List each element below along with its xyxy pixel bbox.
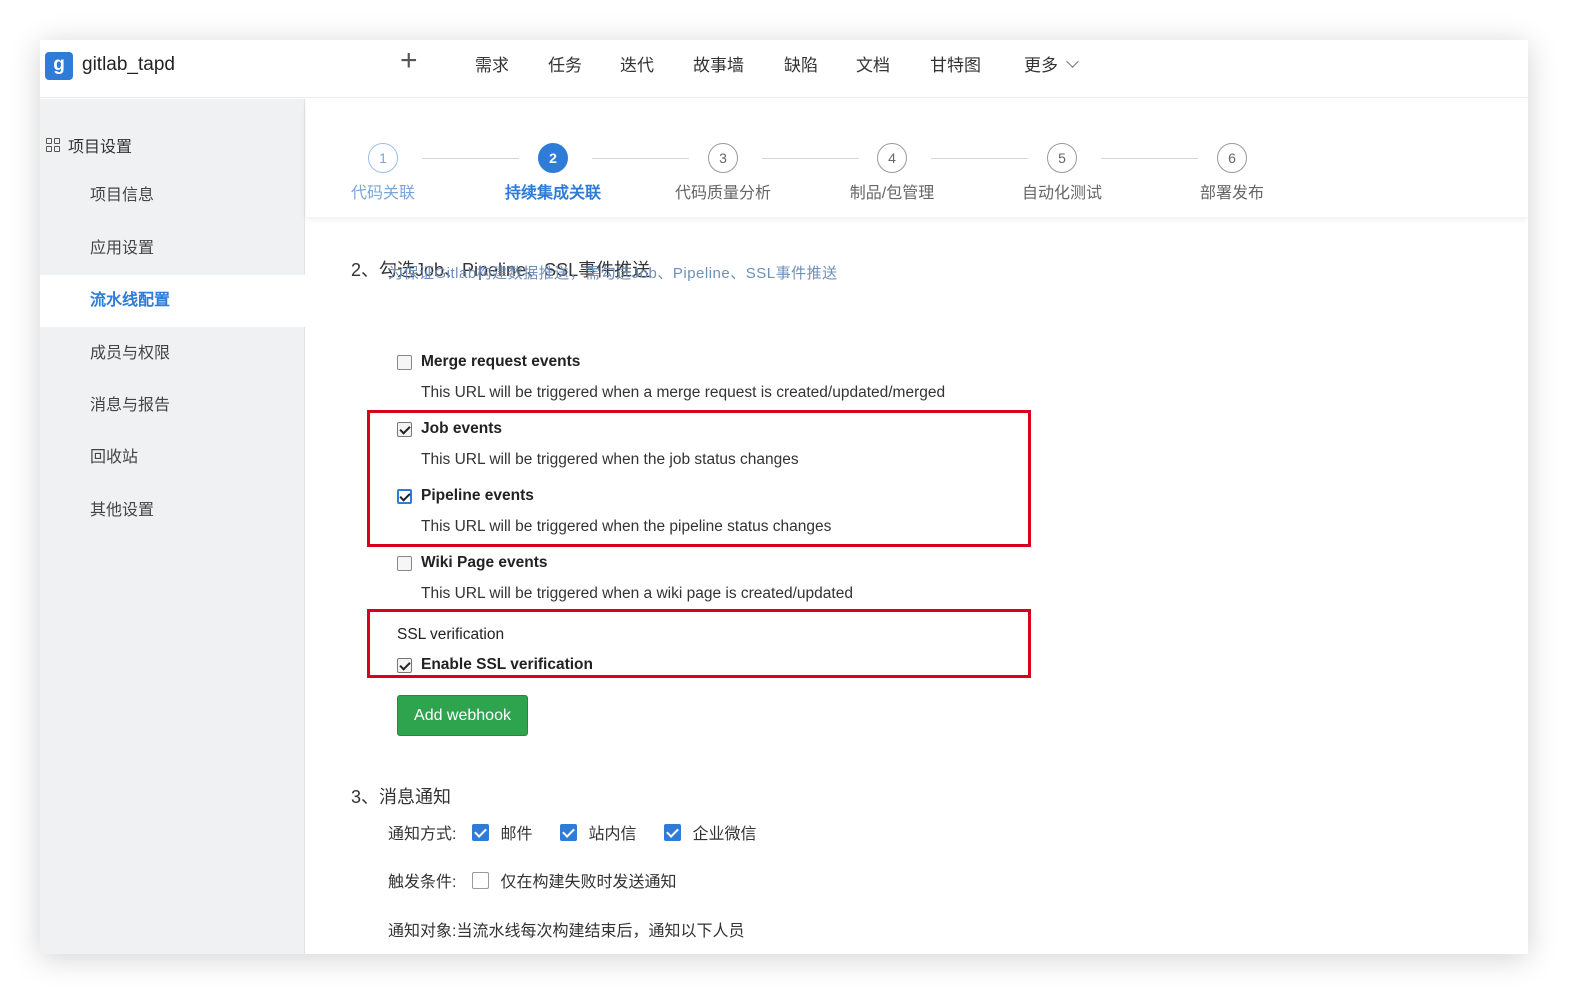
step-4[interactable]: 4 制品/包管理 xyxy=(817,143,967,203)
nav-more-menu[interactable]: 更多 xyxy=(1024,51,1079,76)
nav-item-tasks[interactable]: 任务 xyxy=(548,51,582,76)
project-name[interactable]: gitlab_tapd xyxy=(82,54,175,76)
target-row: 通知对象: 当流水线每次构建结束后，通知以下人员 xyxy=(388,917,744,941)
option-enable-ssl: Enable SSL verification xyxy=(397,656,593,674)
site-message-checkbox[interactable] xyxy=(560,823,578,841)
option-description: This URL will be triggered when the job … xyxy=(421,451,799,468)
settings-sidebar: 项目设置 项目信息 应用设置 流水线配置 成员与权限 消息与报告 回收站 其他设… xyxy=(40,99,305,954)
fail-only-label: 仅在构建失败时发送通知 xyxy=(500,874,677,891)
section-2-hint: 为保证Gitlab构建数据推送，需勾选Job、Pipeline、SSL事件推送 xyxy=(388,265,838,282)
pipeline-events-checkbox[interactable] xyxy=(397,488,412,504)
target-text: 当流水线每次构建结束后，通知以下人员 xyxy=(456,923,745,940)
project-logo[interactable]: g xyxy=(45,52,73,80)
merge-request-events-checkbox[interactable] xyxy=(397,354,412,370)
job-events-checkbox[interactable] xyxy=(397,421,412,437)
step-2[interactable]: 2 持续集成关联 xyxy=(478,143,628,203)
sidebar-item-project-info[interactable]: 项目信息 xyxy=(40,170,305,222)
main-content: 1 代码关联 2 持续集成关联 3 代码质量分析 4 制品/包管理 5 自动化测… xyxy=(306,99,1528,954)
step-6-number: 6 xyxy=(1217,143,1247,173)
chevron-down-icon xyxy=(1066,54,1079,68)
sidebar-item-other-settings[interactable]: 其他设置 xyxy=(40,485,305,537)
notify-method-row: 通知方式: 邮件 站内信 企业微信 xyxy=(388,820,785,844)
add-webhook-button[interactable]: Add webhook xyxy=(397,695,528,736)
plus-icon[interactable]: + xyxy=(400,46,418,76)
target-label: 通知对象: xyxy=(388,923,457,940)
step-5-number: 5 xyxy=(1047,143,1077,173)
grid-icon xyxy=(46,138,60,152)
notify-method-label: 通知方式: xyxy=(388,826,457,843)
section-3-title: 3、消息通知 xyxy=(351,787,452,807)
step-4-label: 制品/包管理 xyxy=(849,185,935,202)
step-3-label: 代码质量分析 xyxy=(674,185,771,202)
trigger-row: 触发条件: 仅在构建失败时发送通知 xyxy=(388,868,676,892)
fail-only-checkbox[interactable] xyxy=(472,871,490,889)
step-6-label: 部署发布 xyxy=(1199,185,1264,202)
option-label: Merge request events xyxy=(421,353,581,370)
top-bar: g gitlab_tapd + 需求 任务 迭代 故事墙 缺陷 文档 甘特图 更… xyxy=(40,40,1528,98)
sidebar-item-recycle-bin[interactable]: 回收站 xyxy=(40,432,305,484)
site-message-label: 站内信 xyxy=(588,826,637,843)
option-description: This URL will be triggered when the pipe… xyxy=(421,518,832,535)
option-merge-request-events: Merge request events This URL will be tr… xyxy=(397,353,945,402)
nav-item-story-wall[interactable]: 故事墙 xyxy=(693,51,744,76)
step-wizard: 1 代码关联 2 持续集成关联 3 代码质量分析 4 制品/包管理 5 自动化测… xyxy=(306,99,1528,217)
nav-more-label: 更多 xyxy=(1024,56,1058,75)
step-1[interactable]: 1 代码关联 xyxy=(308,143,458,203)
step-3-number: 3 xyxy=(708,143,738,173)
step-2-number: 2 xyxy=(538,143,568,173)
sidebar-item-messages[interactable]: 消息与报告 xyxy=(40,380,305,432)
nav-item-iterations[interactable]: 迭代 xyxy=(620,51,654,76)
step-2-label: 持续集成关联 xyxy=(504,185,601,202)
step-4-number: 4 xyxy=(877,143,907,173)
wecom-checkbox[interactable] xyxy=(664,823,682,841)
option-wiki-page-events: Wiki Page events This URL will be trigge… xyxy=(397,554,853,603)
sidebar-item-members[interactable]: 成员与权限 xyxy=(40,328,305,380)
step-5[interactable]: 5 自动化测试 xyxy=(987,143,1137,203)
option-description: This URL will be triggered when a wiki p… xyxy=(421,585,853,602)
option-label: Pipeline events xyxy=(421,487,534,504)
sidebar-item-app-settings[interactable]: 应用设置 xyxy=(40,223,305,275)
step-1-label: 代码关联 xyxy=(350,185,415,202)
wecom-label: 企业微信 xyxy=(692,826,757,843)
enable-ssl-checkbox[interactable] xyxy=(397,657,412,673)
step-5-label: 自动化测试 xyxy=(1021,185,1102,202)
option-job-events: Job events This URL will be triggered wh… xyxy=(397,420,799,469)
email-checkbox[interactable] xyxy=(472,823,490,841)
option-label: Job events xyxy=(421,420,502,437)
nav-item-gantt[interactable]: 甘特图 xyxy=(930,51,981,76)
step-6[interactable]: 6 部署发布 xyxy=(1157,143,1307,203)
option-pipeline-events: Pipeline events This URL will be trigger… xyxy=(397,487,831,536)
option-description: This URL will be triggered when a merge … xyxy=(421,384,946,401)
sidebar-item-pipeline-config[interactable]: 流水线配置 xyxy=(40,275,305,327)
ssl-verification-label: SSL verification xyxy=(397,626,505,643)
step-1-number: 1 xyxy=(368,143,398,173)
nav-item-bugs[interactable]: 缺陷 xyxy=(784,51,818,76)
nav-item-docs[interactable]: 文档 xyxy=(856,51,890,76)
nav-item-requirements[interactable]: 需求 xyxy=(475,51,509,76)
email-label: 邮件 xyxy=(500,826,533,843)
enable-ssl-label: Enable SSL verification xyxy=(421,656,593,673)
wiki-page-events-checkbox[interactable] xyxy=(397,555,412,571)
sidebar-title: 项目设置 xyxy=(46,133,132,157)
trigger-label: 触发条件: xyxy=(388,874,457,891)
app-window: g gitlab_tapd + 需求 任务 迭代 故事墙 缺陷 文档 甘特图 更… xyxy=(40,40,1528,954)
sidebar-title-text: 项目设置 xyxy=(68,139,133,156)
step-3[interactable]: 3 代码质量分析 xyxy=(648,143,798,203)
option-label: Wiki Page events xyxy=(421,554,548,571)
